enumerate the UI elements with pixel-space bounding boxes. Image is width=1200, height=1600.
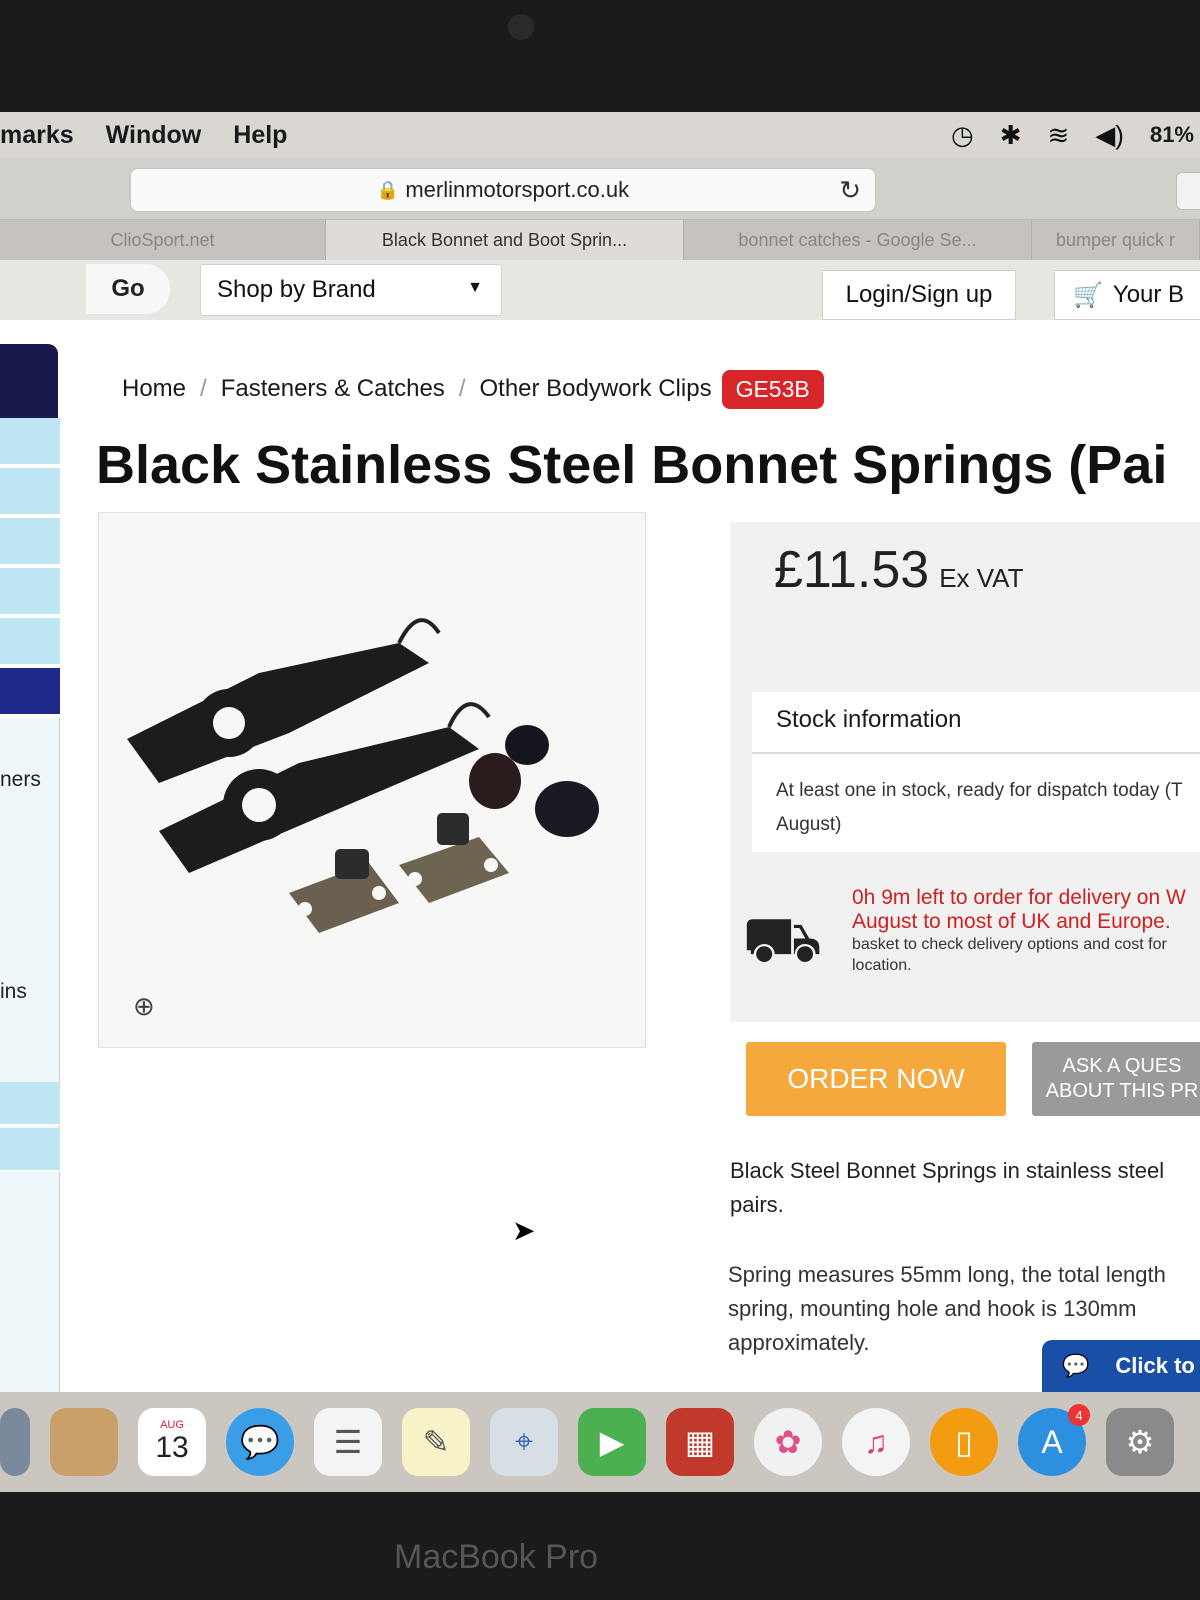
price-value: £11.53 — [774, 541, 930, 599]
sidebar-item[interactable] — [0, 518, 60, 566]
reminders-app-icon[interactable]: ☰ — [314, 1408, 382, 1476]
product-title: Black Stainless Steel Bonnet Springs (Pa… — [96, 435, 1168, 495]
macbook-label: MacBook Pro — [394, 1538, 599, 1576]
login-signup-button[interactable]: Login/Sign up — [822, 270, 1016, 320]
sku-badge: GE53B — [721, 369, 824, 409]
divider — [752, 752, 1200, 754]
stock-information: Stock information At least one in stock,… — [752, 692, 1200, 852]
preview-app-icon[interactable] — [0, 1408, 30, 1476]
chat-bubble-icon: 💬 — [1062, 1353, 1090, 1378]
messages-app-icon[interactable]: 💬 — [226, 1408, 294, 1476]
mac-menubar: marks Window Help ◷ ✱ ≋ ◀) 81% — [0, 112, 1200, 158]
sidebar-item[interactable] — [0, 418, 60, 466]
tab-google-search[interactable]: bonnet catches - Google Se... — [684, 220, 1032, 260]
go-button[interactable]: Go — [86, 264, 170, 314]
ask-question-line2: ABOUT THIS PR — [1045, 1080, 1199, 1102]
sidebar-label-fasteners[interactable]: ners — [0, 768, 41, 792]
sidebar-toggle-button[interactable] — [1176, 172, 1200, 210]
sidebar-label-ins[interactable]: ins — [0, 980, 27, 1004]
screen: marks Window Help ◷ ✱ ≋ ◀) 81% 🔒 merlinm… — [0, 112, 1200, 1492]
chat-label: Click to — [1115, 1353, 1195, 1378]
app-store-icon[interactable]: A 4 — [1018, 1404, 1090, 1476]
sidebar-item[interactable] — [0, 1082, 60, 1126]
maps-app-icon[interactable]: ⌖ — [490, 1408, 558, 1476]
photo-booth-app-icon[interactable]: ▦ — [666, 1408, 734, 1476]
mac-dock: AUG 13 💬 ☰ ✎ ⌖ ▶ ▦ ✿ ♫ ▯ A 4 ⚙ — [0, 1392, 1200, 1492]
delivery-van-icon: ⛟ — [742, 903, 823, 975]
tab-bar: ClioSport.net Black Bonnet and Boot Spri… — [0, 220, 1200, 260]
sidebar-item[interactable] — [0, 568, 60, 616]
reload-icon[interactable]: ↻ — [839, 175, 861, 206]
volume-icon[interactable]: ◀) — [1095, 120, 1124, 151]
vat-label: Ex VAT — [939, 563, 1024, 593]
menu-window[interactable]: Window — [106, 121, 202, 150]
tab-cliosport[interactable]: ClioSport.net — [0, 220, 326, 260]
cart-icon: 🛒 — [1073, 281, 1103, 309]
notes-app-icon[interactable]: ✎ — [402, 1408, 470, 1476]
site-navigation: Go Shop by Brand ▼ Login/Sign up 🛒 Your … — [0, 260, 1200, 320]
calendar-day: 13 — [155, 1431, 189, 1464]
bonnet-springs-image — [127, 618, 599, 933]
time-machine-icon[interactable]: ◷ — [951, 120, 974, 151]
tab-bumper[interactable]: bumper quick r — [1032, 220, 1200, 260]
basket-button[interactable]: 🛒 Your B — [1054, 270, 1200, 320]
shop-by-brand-label: Shop by Brand — [217, 276, 376, 303]
sidebar-submenu — [0, 718, 60, 1438]
price: £11.53 Ex VAT — [774, 540, 1023, 600]
breadcrumb: Home / Fasteners & Catches / Other Bodyw… — [122, 367, 824, 411]
battery-percent[interactable]: 81% — [1150, 122, 1194, 148]
breadcrumb-separator: / — [200, 375, 207, 402]
delivery-countdown: 0h 9m left to order for delivery on W Au… — [852, 886, 1186, 933]
sidebar-item-active[interactable] — [0, 668, 60, 716]
browser-toolbar: 🔒 merlinmotorsport.co.uk ↻ — [0, 158, 1200, 220]
ask-question-button[interactable]: ASK A QUES ABOUT THIS PR — [1032, 1042, 1200, 1116]
category-sidebar: ners ins — [0, 344, 60, 1492]
stock-title: Stock information — [776, 706, 962, 733]
price-panel: £11.53 Ex VAT Stock information At least … — [730, 522, 1200, 1022]
product-description: Black Steel Bonnet Springs in stainless … — [730, 1158, 1165, 1217]
webcam — [508, 14, 534, 40]
delivery-info: ⛟ 0h 9m left to order for delivery on W … — [730, 872, 1200, 982]
url-text: merlinmotorsport.co.uk — [405, 177, 630, 202]
contacts-app-icon[interactable] — [50, 1408, 118, 1476]
address-bar[interactable]: 🔒 merlinmotorsport.co.uk ↻ — [130, 168, 876, 212]
sidebar-item[interactable] — [0, 1128, 60, 1172]
books-app-icon[interactable]: ▯ — [930, 1408, 998, 1476]
menu-help[interactable]: Help — [233, 121, 287, 150]
mouse-cursor-icon: ➤ — [512, 1215, 536, 1246]
sidebar-item[interactable] — [0, 618, 60, 666]
facetime-app-icon[interactable]: ▶ — [578, 1408, 646, 1476]
basket-label: Your B — [1112, 281, 1185, 308]
music-app-icon[interactable]: ♫ — [842, 1408, 910, 1476]
wifi-icon[interactable]: ≋ — [1048, 120, 1070, 151]
tab-bonnet-springs[interactable]: Black Bonnet and Boot Sprin... — [326, 220, 684, 260]
sidebar-item[interactable] — [0, 468, 60, 516]
photos-app-icon[interactable]: ✿ — [754, 1408, 822, 1476]
menu-bookmarks[interactable]: marks — [0, 121, 74, 150]
calendar-month: AUG — [160, 1419, 184, 1431]
sidebar-header — [0, 344, 58, 418]
product-image[interactable]: ⊕ — [98, 512, 646, 1048]
breadcrumb-fasteners[interactable]: Fasteners & Catches — [221, 375, 445, 403]
stock-status-text: At least one in stock, ready for dispatc… — [776, 780, 1183, 835]
breadcrumb-separator: / — [458, 375, 466, 402]
lock-icon: 🔒 — [376, 179, 400, 200]
calendar-app-icon[interactable]: AUG 13 — [138, 1408, 206, 1476]
breadcrumb-home[interactable]: Home — [122, 375, 186, 403]
breadcrumb-bodywork-clips[interactable]: Other Bodywork Clips — [479, 375, 711, 403]
zoom-icon[interactable]: ⊕ — [133, 991, 155, 1022]
shop-by-brand-select[interactable]: Shop by Brand ▼ — [200, 264, 502, 316]
delivery-note: basket to check delivery options and cos… — [852, 936, 1167, 974]
order-now-button[interactable]: ORDER NOW — [746, 1042, 1006, 1116]
system-preferences-icon[interactable]: ⚙ — [1106, 1408, 1174, 1476]
ask-question-line1: ASK A QUES — [1062, 1055, 1182, 1077]
app-store-badge: 4 — [1068, 1404, 1090, 1426]
dropdown-caret-icon: ▼ — [467, 279, 483, 296]
live-chat-button[interactable]: 💬 Click to — [1042, 1340, 1200, 1392]
bluetooth-icon[interactable]: ✱ — [1000, 120, 1022, 151]
